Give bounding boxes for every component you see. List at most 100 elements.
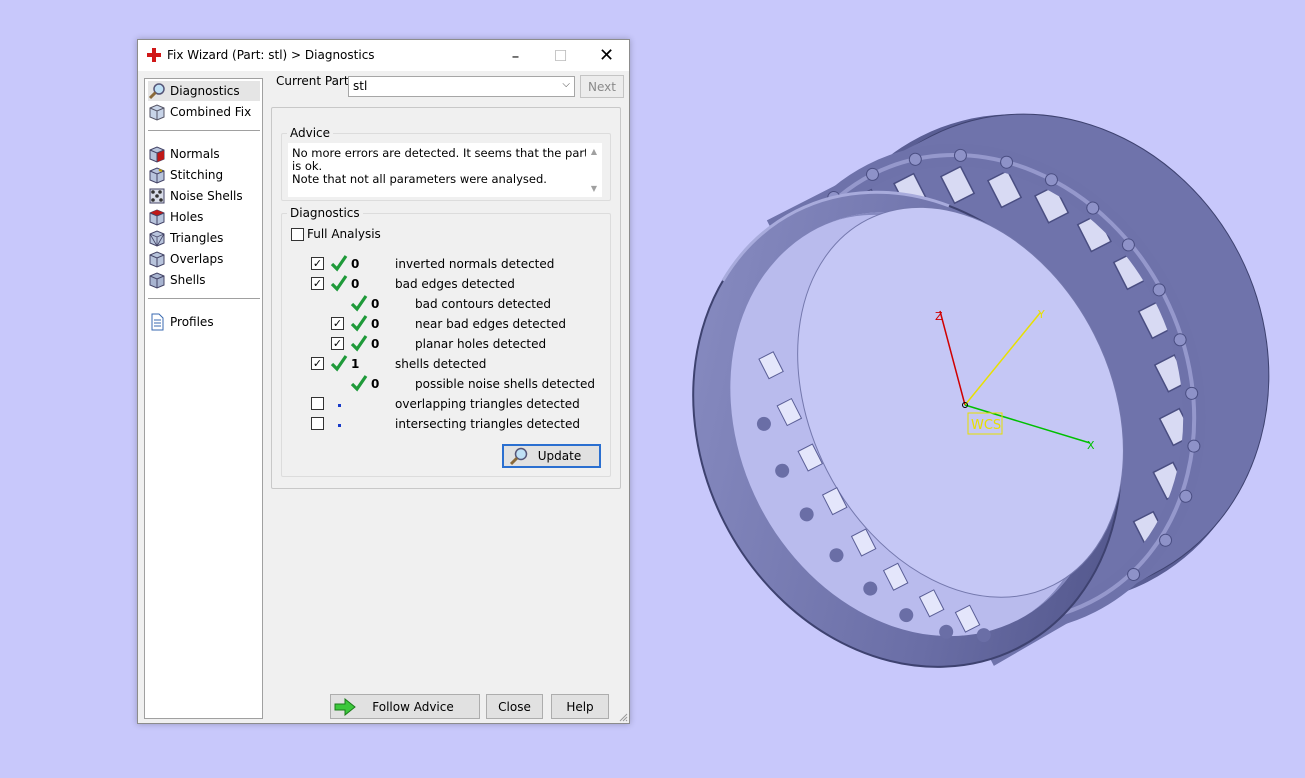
title-bar[interactable]: Fix Wizard (Part: stl) > Diagnostics – ☐… xyxy=(138,40,629,71)
bad-edges-label: bad edges detected xyxy=(395,277,515,291)
green-arrow-icon xyxy=(334,698,356,716)
planar-holes-label: planar holes detected xyxy=(415,337,547,351)
next-button[interactable]: Next xyxy=(580,75,624,98)
sidebar-divider xyxy=(148,130,260,131)
current-part-select[interactable]: stl ⌵ xyxy=(348,76,575,97)
follow-advice-label: Follow Advice xyxy=(372,699,454,714)
not-run-dot-icon xyxy=(338,424,341,427)
close-button[interactable]: Close xyxy=(486,694,543,719)
triangles-cube-icon xyxy=(149,230,165,247)
overlapping-triangles-label: overlapping triangles detected xyxy=(395,397,580,411)
sidebar-item-stitching[interactable]: Stitching xyxy=(148,165,223,185)
window-title: Fix Wizard (Part: stl) > Diagnostics xyxy=(167,48,375,62)
cube-icon xyxy=(149,104,165,121)
document-icon xyxy=(151,313,164,331)
advice-line-2: Note that not all parameters were analys… xyxy=(292,172,547,186)
scroll-up-icon: ▲ xyxy=(590,147,598,156)
planar-holes-count: 0 xyxy=(371,337,380,351)
sidebar-item-holes[interactable]: Holes xyxy=(148,207,203,227)
inverted-normals-count: 0 xyxy=(351,257,360,271)
sidebar-item-profiles[interactable]: Profiles xyxy=(148,312,214,332)
3d-viewport[interactable]: Z Y X WCS xyxy=(640,0,1305,778)
near-bad-edges-label: near bad edges detected xyxy=(415,317,566,331)
check-mark-icon xyxy=(350,315,368,332)
current-part-label: Current Part: xyxy=(276,74,353,88)
help-button[interactable]: Help xyxy=(551,694,609,719)
shells-count: 1 xyxy=(351,357,360,371)
intersecting-triangles-checkbox[interactable] xyxy=(311,417,324,430)
sidebar-item-label: Stitching xyxy=(170,168,224,182)
advice-title: Advice xyxy=(287,126,334,140)
shells-cube-icon xyxy=(149,272,165,289)
sidebar-item-label: Normals xyxy=(170,147,220,161)
minimize-button[interactable]: – xyxy=(493,40,538,71)
near-bad-edges-checkbox[interactable]: ✓ xyxy=(331,317,344,330)
sidebar-item-label: Shells xyxy=(170,273,206,287)
sidebar-item-normals[interactable]: Normals xyxy=(148,144,220,164)
check-mark-icon xyxy=(350,295,368,312)
noise-shells-icon xyxy=(149,188,165,204)
sidebar-item-overlaps[interactable]: Overlaps xyxy=(148,249,223,269)
shells-checkbox[interactable]: ✓ xyxy=(311,357,324,370)
bad-edges-count: 0 xyxy=(351,277,360,291)
ring-model xyxy=(691,113,1270,669)
wcs-label: WCS xyxy=(971,418,1001,433)
close-window-button[interactable]: ✕ xyxy=(584,40,629,71)
shells-label: shells detected xyxy=(395,357,487,371)
overlaps-cube-icon xyxy=(149,251,165,268)
sidebar-item-label: Combined Fix xyxy=(170,105,252,119)
sidebar-item-label: Profiles xyxy=(170,315,214,329)
scroll-down-icon: ▼ xyxy=(590,184,598,193)
y-axis-label: Y xyxy=(1037,308,1045,321)
intersecting-triangles-label: intersecting triangles detected xyxy=(395,417,580,431)
check-mark-icon xyxy=(330,255,348,272)
normals-cube-icon xyxy=(149,146,165,163)
not-run-dot-icon xyxy=(338,404,341,407)
sidebar-item-label: Overlaps xyxy=(170,252,224,266)
current-part-value: stl xyxy=(353,79,368,93)
overlapping-triangles-checkbox[interactable] xyxy=(311,397,324,410)
sidebar-item-combined-fix[interactable]: Combined Fix xyxy=(148,102,251,122)
sidebar-item-label: Noise Shells xyxy=(170,189,243,203)
check-mark-icon xyxy=(330,275,348,292)
advice-line-1: No more errors are detected. It seems th… xyxy=(292,146,589,173)
inverted-normals-checkbox[interactable]: ✓ xyxy=(311,257,324,270)
sidebar-item-noise-shells[interactable]: Noise Shells xyxy=(148,186,243,206)
sidebar-item-diagnostics[interactable]: Diagnostics xyxy=(148,81,260,101)
noise-shells-count: 0 xyxy=(371,377,380,391)
check-mark-icon xyxy=(350,335,368,352)
sidebar-item-shells[interactable]: Shells xyxy=(148,270,206,290)
magnifier-icon xyxy=(509,447,528,466)
fix-wizard-dialog: Fix Wizard (Part: stl) > Diagnostics – ☐… xyxy=(137,39,630,724)
sidebar-item-label: Holes xyxy=(170,210,204,224)
update-button[interactable]: Update xyxy=(502,444,601,468)
sidebar-item-triangles[interactable]: Triangles xyxy=(148,228,223,248)
update-label: Update xyxy=(537,449,582,463)
advice-text: No more errors are detected. It seems th… xyxy=(288,143,602,197)
sidebar: Diagnostics Combined Fix Normals Stitchi… xyxy=(144,78,263,719)
full-analysis-checkbox[interactable] xyxy=(291,228,304,241)
diagnostics-title: Diagnostics xyxy=(287,206,363,220)
sidebar-item-label: Triangles xyxy=(170,231,224,245)
advice-scrollbar[interactable]: ▲ ▼ xyxy=(586,143,602,197)
bad-edges-checkbox[interactable]: ✓ xyxy=(311,277,324,290)
full-analysis-label: Full Analysis xyxy=(307,227,381,241)
planar-holes-checkbox[interactable]: ✓ xyxy=(331,337,344,350)
maximize-button[interactable]: ☐ xyxy=(538,40,583,71)
noise-shells-label: possible noise shells detected xyxy=(415,377,596,391)
bad-contours-count: 0 xyxy=(371,297,380,311)
sidebar-divider xyxy=(148,298,260,299)
bad-contours-label: bad contours detected xyxy=(415,297,551,311)
chevron-down-icon: ⌵ xyxy=(562,79,570,90)
stitching-cube-icon xyxy=(149,167,165,184)
follow-advice-button[interactable]: Follow Advice xyxy=(330,694,480,719)
near-bad-edges-count: 0 xyxy=(371,317,380,331)
red-cross-icon xyxy=(147,48,161,62)
z-axis-label: Z xyxy=(935,310,943,323)
magnifier-icon xyxy=(148,83,165,100)
resize-grip-icon[interactable] xyxy=(618,712,628,722)
check-mark-icon xyxy=(330,355,348,372)
check-mark-icon xyxy=(350,375,368,392)
x-axis-label: X xyxy=(1087,439,1095,452)
sidebar-item-label: Diagnostics xyxy=(170,84,240,98)
